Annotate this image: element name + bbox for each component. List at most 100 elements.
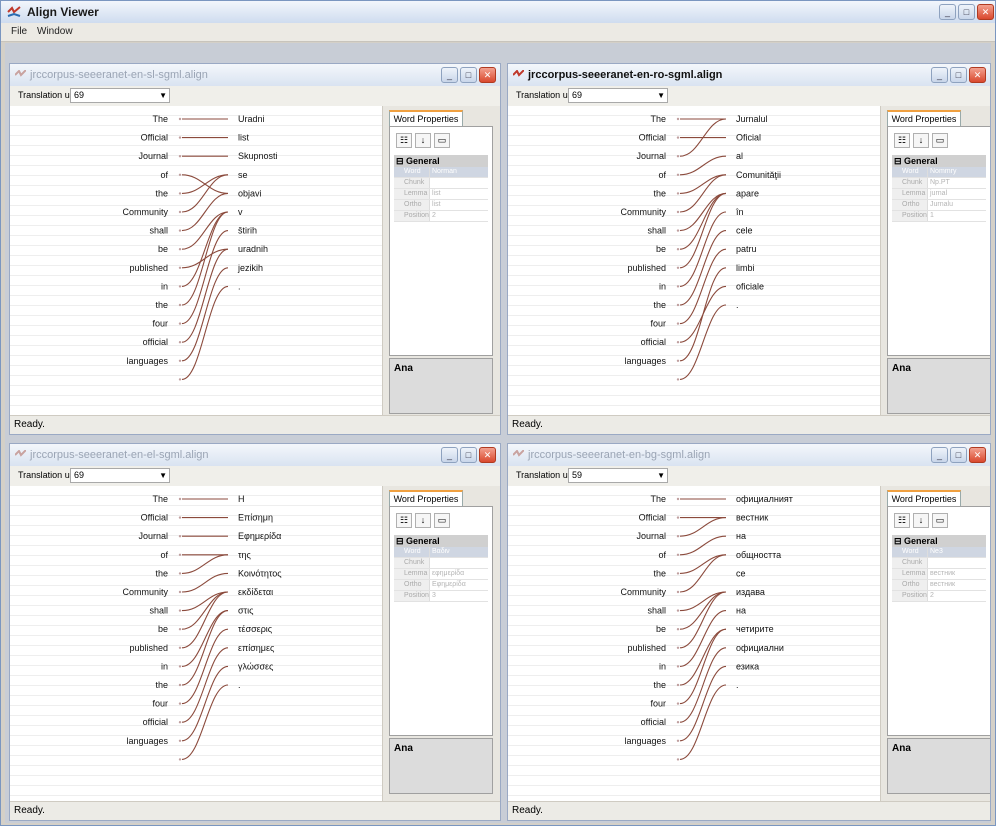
source-word[interactable]: languages	[624, 356, 666, 366]
child-title-bar[interactable]: jrccorpus-seeeranet-en-sl-sgml.align _ □…	[10, 64, 500, 87]
minimize-icon[interactable]: _	[939, 4, 956, 20]
categorized-icon[interactable]: ☷	[894, 133, 910, 148]
property-row[interactable]: Chunk	[394, 558, 488, 569]
close-icon[interactable]: ✕	[969, 67, 986, 83]
alignment-view[interactable]: The Official Journal of the Community shall be p…	[508, 106, 880, 416]
target-word[interactable]: Jurnalul	[736, 114, 768, 124]
source-word[interactable]: official	[641, 337, 666, 347]
property-row[interactable]: Lemma вестник	[892, 569, 986, 580]
source-word[interactable]: in	[659, 281, 666, 291]
source-word[interactable]: Journal	[636, 531, 666, 541]
target-word[interactable]: вестник	[736, 513, 768, 523]
alignment-link[interactable]	[679, 665, 727, 742]
alignment-link[interactable]	[679, 230, 727, 306]
source-word[interactable]: Official	[141, 513, 168, 523]
translation-unit-select[interactable]: 69 ▼	[568, 88, 668, 103]
source-word[interactable]: be	[656, 244, 666, 254]
target-word[interactable]: официалният	[736, 494, 793, 504]
source-word[interactable]: The	[650, 494, 666, 504]
alignment-link[interactable]	[181, 230, 229, 325]
menu-file[interactable]: File	[11, 26, 27, 37]
source-word[interactable]: published	[627, 263, 666, 273]
alignment-link[interactable]	[181, 628, 229, 705]
target-word[interactable]: .	[736, 680, 739, 690]
target-word[interactable]: limbi	[736, 263, 755, 273]
property-row[interactable]: Position 2	[394, 211, 488, 222]
property-row[interactable]: Lemma list	[394, 189, 488, 200]
source-word[interactable]: Journal	[138, 151, 168, 161]
source-word[interactable]: be	[158, 624, 168, 634]
property-group[interactable]: ⊟ General	[892, 535, 986, 547]
close-icon[interactable]: ✕	[969, 447, 986, 463]
alignment-link[interactable]	[679, 267, 727, 362]
source-word[interactable]: be	[158, 244, 168, 254]
source-word[interactable]: the	[653, 188, 666, 198]
word-properties-tab[interactable]: Word Properties	[887, 490, 961, 506]
source-word[interactable]: Official	[141, 133, 168, 143]
maximize-icon[interactable]: □	[460, 67, 477, 83]
property-row[interactable]: Chunk Np.PT	[892, 178, 986, 189]
target-word[interactable]: се	[736, 568, 746, 578]
source-word[interactable]: Community	[620, 587, 666, 597]
sort-alpha-icon[interactable]: ↓	[913, 133, 929, 148]
property-row[interactable]: Position 1	[892, 211, 986, 222]
source-word[interactable]: Community	[122, 587, 168, 597]
alignment-link[interactable]	[181, 248, 229, 343]
word-properties-tab[interactable]: Word Properties	[389, 110, 463, 126]
property-pages-icon[interactable]: ▭	[932, 513, 948, 528]
target-word[interactable]: Η	[238, 494, 245, 504]
source-word[interactable]: shall	[149, 606, 168, 616]
property-group[interactable]: ⊟ General	[892, 155, 986, 167]
child-title-bar[interactable]: jrccorpus-seeeranet-en-bg-sgml.align _ □…	[508, 444, 990, 467]
target-word[interactable]: четирите	[736, 624, 774, 634]
target-word[interactable]: Επίσημη	[238, 513, 273, 523]
property-row[interactable]: Word Βαδιν	[394, 547, 488, 558]
alignment-link[interactable]	[679, 192, 727, 269]
target-word[interactable]: .	[736, 300, 739, 310]
target-word[interactable]: на	[736, 606, 746, 616]
target-word[interactable]: Εφημερίδα	[238, 531, 281, 541]
maximize-icon[interactable]: □	[460, 447, 477, 463]
property-row[interactable]: Position 2	[892, 591, 986, 602]
property-row[interactable]: Ortho вестник	[892, 580, 986, 591]
source-word[interactable]: the	[155, 188, 168, 198]
menu-window[interactable]: Window	[37, 26, 73, 37]
source-word[interactable]: of	[658, 170, 666, 180]
target-word[interactable]: v	[238, 207, 243, 217]
target-word[interactable]: издава	[736, 587, 765, 597]
source-word[interactable]: languages	[126, 736, 168, 746]
target-word[interactable]: εκδίδεται	[238, 587, 273, 597]
source-word[interactable]: of	[160, 170, 168, 180]
target-word[interactable]: în	[735, 207, 744, 217]
target-word[interactable]: cele	[736, 226, 753, 236]
alignment-link[interactable]	[679, 155, 727, 176]
child-title-bar[interactable]: jrccorpus-seeeranet-en-ro-sgml.align _ □…	[508, 64, 990, 87]
source-word[interactable]: shall	[647, 606, 666, 616]
target-word[interactable]: на	[736, 531, 746, 541]
app-title-bar[interactable]: Align Viewer _ □ ✕	[1, 1, 995, 24]
target-word[interactable]: της	[238, 550, 252, 560]
source-word[interactable]: Official	[639, 513, 666, 523]
target-word[interactable]: Skupnosti	[238, 151, 278, 161]
property-row[interactable]: Word Norman	[394, 167, 488, 178]
property-pages-icon[interactable]: ▭	[434, 513, 450, 528]
categorized-icon[interactable]: ☷	[396, 133, 412, 148]
alignment-link[interactable]	[181, 192, 229, 232]
property-row[interactable]: Position 3	[394, 591, 488, 602]
alignment-view[interactable]: The Official Journal of the Community shall be p…	[10, 486, 382, 802]
source-word[interactable]: in	[161, 281, 168, 291]
property-pages-icon[interactable]: ▭	[932, 133, 948, 148]
property-row[interactable]: Chunk	[394, 178, 488, 189]
source-word[interactable]: Journal	[636, 151, 666, 161]
target-word[interactable]: al	[736, 151, 743, 161]
alignment-link[interactable]	[679, 192, 727, 250]
source-word[interactable]: the	[653, 568, 666, 578]
source-word[interactable]: shall	[149, 226, 168, 236]
alignment-link[interactable]	[181, 647, 229, 723]
source-word[interactable]: Official	[639, 133, 666, 143]
target-word[interactable]: Comunităţii	[736, 170, 781, 180]
source-word[interactable]: the	[155, 300, 168, 310]
target-word[interactable]: .	[238, 281, 241, 291]
alignment-link[interactable]	[181, 554, 229, 574]
source-word[interactable]: Community	[122, 207, 168, 217]
